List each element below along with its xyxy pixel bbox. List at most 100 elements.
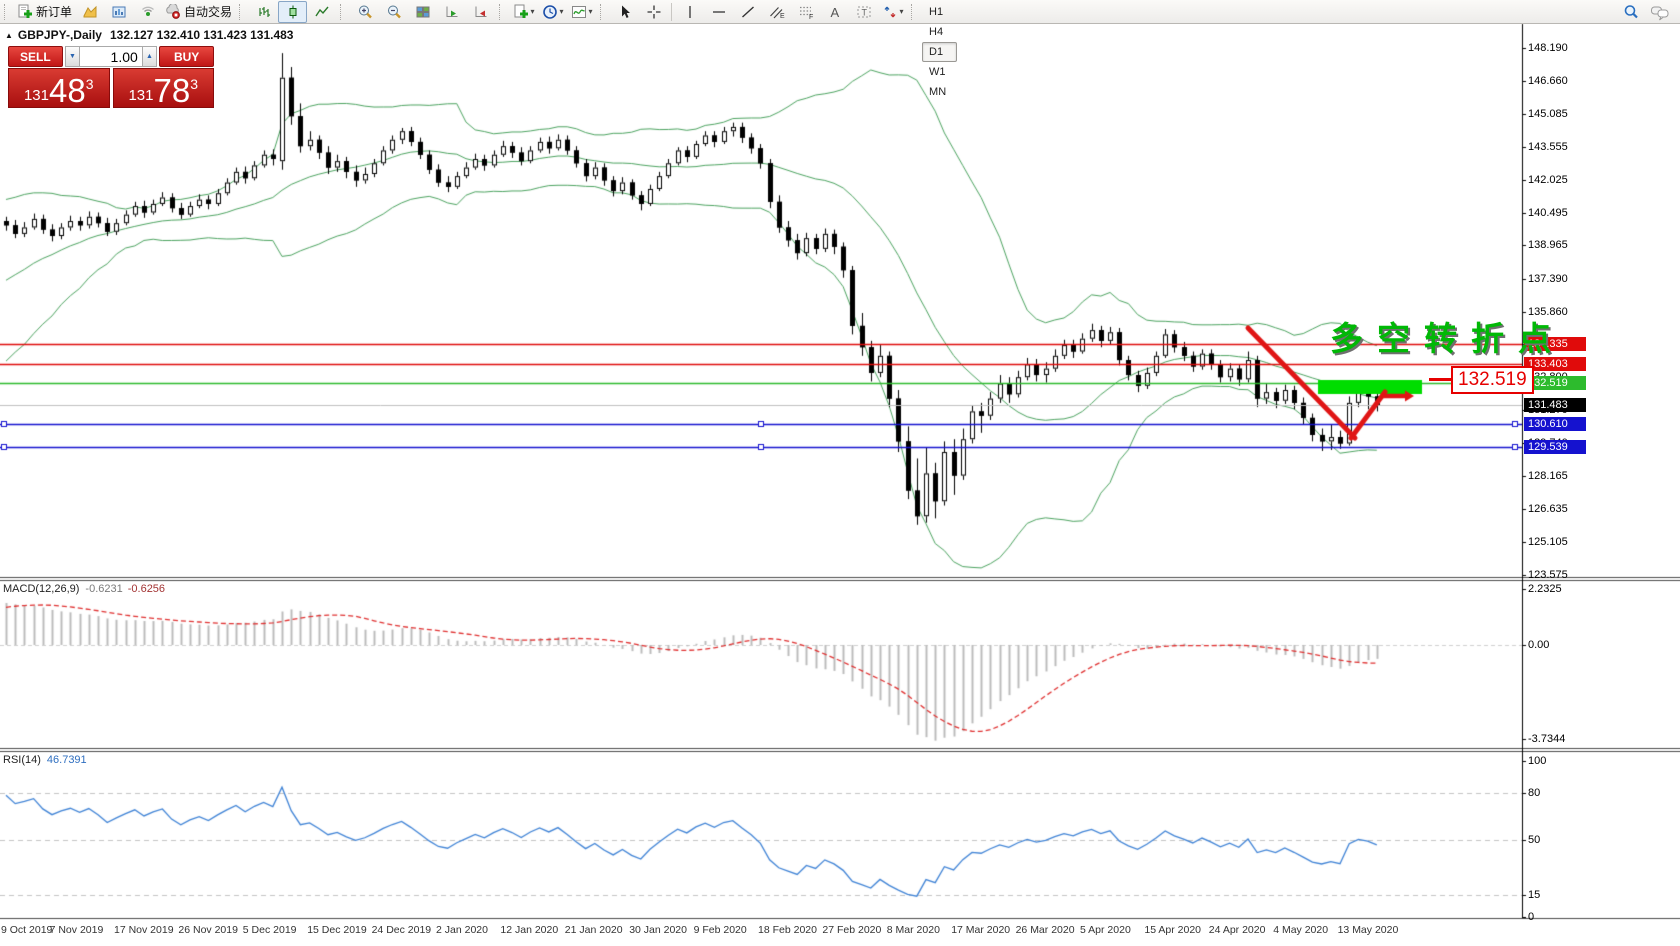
date-axis-label[interactable]: 15 Apr 2020 <box>1144 924 1201 936</box>
timeframe-MN[interactable]: MN <box>922 82 957 102</box>
horizontal-line-tool-button[interactable] <box>704 1 733 23</box>
date-axis-label[interactable]: 15 Dec 2019 <box>307 924 367 936</box>
timeframe-D1[interactable]: D1 <box>922 42 957 62</box>
auto-scroll-button[interactable] <box>437 1 466 23</box>
ohlc-values: 132.127 132.410 131.423 131.483 <box>110 28 294 42</box>
date-axis-label[interactable]: 24 Dec 2019 <box>372 924 432 936</box>
rsi-tick-label: 100 <box>1528 755 1588 767</box>
periods-button[interactable]: ▾ <box>538 1 567 23</box>
timeframe-H1[interactable]: H1 <box>922 2 957 22</box>
chat-button[interactable] <box>1645 1 1674 23</box>
buy-price-prefix: 131 <box>128 87 153 104</box>
date-axis-label[interactable]: 26 Mar 2020 <box>1016 924 1075 936</box>
line-chart-icon <box>314 4 330 20</box>
crosshair-tool-button[interactable] <box>639 1 668 23</box>
date-axis-label[interactable]: 18 Feb 2020 <box>758 924 817 936</box>
date-axis-label[interactable]: 30 Jan 2020 <box>629 924 687 936</box>
sell-price-prefix: 131 <box>24 87 49 104</box>
arrows-icon <box>882 4 898 20</box>
price-chart-canvas[interactable] <box>0 0 1680 946</box>
search-icon <box>1622 3 1640 21</box>
volume-down-button[interactable]: ▼ <box>65 46 80 67</box>
bar-chart-mode-button[interactable] <box>249 1 278 23</box>
rsi-tick-label: 15 <box>1528 889 1588 901</box>
toolbar-grip[interactable] <box>911 4 919 20</box>
line-chart-mode-button[interactable] <box>307 1 336 23</box>
macd-tick-label: 0.00 <box>1528 639 1588 651</box>
toolbar-grip[interactable] <box>4 4 12 20</box>
date-axis-label[interactable]: 26 Nov 2019 <box>178 924 238 936</box>
template-icon <box>513 4 529 20</box>
date-axis-label[interactable]: 9 Oct 2019 <box>1 924 52 936</box>
price-tick-label: 138.965 <box>1528 239 1588 251</box>
macd-signal-value: -0.6256 <box>128 583 165 595</box>
hline-price-tag[interactable]: 130.610 <box>1524 417 1586 431</box>
charts-button[interactable] <box>104 1 133 23</box>
new-order-label: 新订单 <box>36 3 72 20</box>
fibonacci-icon: F <box>798 4 814 20</box>
auto-scroll-icon <box>444 4 460 20</box>
zoom-out-button[interactable] <box>379 1 408 23</box>
candlestick-icon <box>285 4 301 20</box>
text-tool-button[interactable]: A <box>820 1 849 23</box>
signals-button[interactable] <box>133 1 162 23</box>
price-tick-label: 140.495 <box>1528 207 1588 219</box>
date-axis-label[interactable]: 5 Apr 2020 <box>1080 924 1131 936</box>
price-callout-connector <box>1429 378 1451 381</box>
sell-price-quote[interactable]: 131 48 3 <box>8 68 110 108</box>
price-callout-label[interactable]: 132.519 <box>1451 366 1534 394</box>
one-click-trading-panel: SELL ▼ 1.00 ▲ BUY 131 48 3 131 78 3 <box>8 46 214 108</box>
date-axis-label[interactable]: 21 Jan 2020 <box>565 924 623 936</box>
hline-price-tag[interactable]: 129.539 <box>1524 440 1586 454</box>
date-axis-label[interactable]: 9 Feb 2020 <box>694 924 747 936</box>
date-axis-label[interactable]: 13 May 2020 <box>1338 924 1399 936</box>
text-label-tool-button[interactable]: T <box>849 1 878 23</box>
sell-price-main: 48 <box>49 76 86 106</box>
macd-name: MACD(12,26,9) <box>3 583 79 595</box>
fibonacci-tool-button[interactable]: F <box>791 1 820 23</box>
new-template-button[interactable]: ▾ <box>509 1 538 23</box>
date-axis-label[interactable]: 27 Feb 2020 <box>822 924 881 936</box>
date-axis-label[interactable]: 2 Jan 2020 <box>436 924 488 936</box>
horizontal-line-icon <box>711 4 727 20</box>
zoom-in-button[interactable] <box>350 1 379 23</box>
volume-input[interactable]: 1.00 <box>80 46 142 67</box>
cursor-tool-button[interactable] <box>610 1 639 23</box>
volume-up-button[interactable]: ▲ <box>142 46 157 67</box>
tile-windows-button[interactable] <box>408 1 437 23</box>
date-axis-label[interactable]: 12 Jan 2020 <box>500 924 558 936</box>
auto-trading-button[interactable]: 自动交易 <box>162 1 235 23</box>
date-axis-label[interactable]: 7 Nov 2019 <box>50 924 104 936</box>
profiles-button[interactable] <box>75 1 104 23</box>
toolbar-grip[interactable] <box>239 4 247 20</box>
main-toolbar: 新订单 自动交易 <box>0 0 1680 24</box>
toolbar-grip[interactable] <box>600 4 608 20</box>
search-button[interactable] <box>1616 1 1645 23</box>
date-axis-label[interactable]: 5 Dec 2019 <box>243 924 297 936</box>
candlestick-mode-button[interactable] <box>278 1 307 23</box>
date-axis-label[interactable]: 8 Mar 2020 <box>887 924 940 936</box>
trendline-tool-button[interactable] <box>733 1 762 23</box>
sell-button[interactable]: SELL <box>8 46 63 67</box>
date-axis-label[interactable]: 24 Apr 2020 <box>1209 924 1266 936</box>
rsi-value: 46.7391 <box>47 754 87 766</box>
annotation-headline[interactable]: 多空转折点 <box>1330 312 1565 360</box>
toolbar-grip[interactable] <box>340 4 348 20</box>
buy-price-quote[interactable]: 131 78 3 <box>113 68 215 108</box>
buy-button[interactable]: BUY <box>159 46 214 67</box>
toolbar-grip[interactable] <box>499 4 507 20</box>
timeframe-H4[interactable]: H4 <box>922 22 957 42</box>
channel-tool-button[interactable]: E <box>762 1 791 23</box>
dropdown-caret-icon: ▾ <box>589 7 593 16</box>
chart-shift-button[interactable] <box>466 1 495 23</box>
vertical-line-tool-button[interactable] <box>675 1 704 23</box>
indicators-button[interactable]: ▾ <box>567 1 596 23</box>
collapse-triangle-icon[interactable]: ▲ <box>5 31 13 40</box>
date-axis-label[interactable]: 4 May 2020 <box>1273 924 1328 936</box>
zoom-in-icon <box>357 4 373 20</box>
timeframe-W1[interactable]: W1 <box>922 62 957 82</box>
date-axis-label[interactable]: 17 Nov 2019 <box>114 924 174 936</box>
date-axis-label[interactable]: 17 Mar 2020 <box>951 924 1010 936</box>
arrows-tool-button[interactable]: ▾ <box>878 1 907 23</box>
new-order-button[interactable]: 新订单 <box>14 1 75 23</box>
